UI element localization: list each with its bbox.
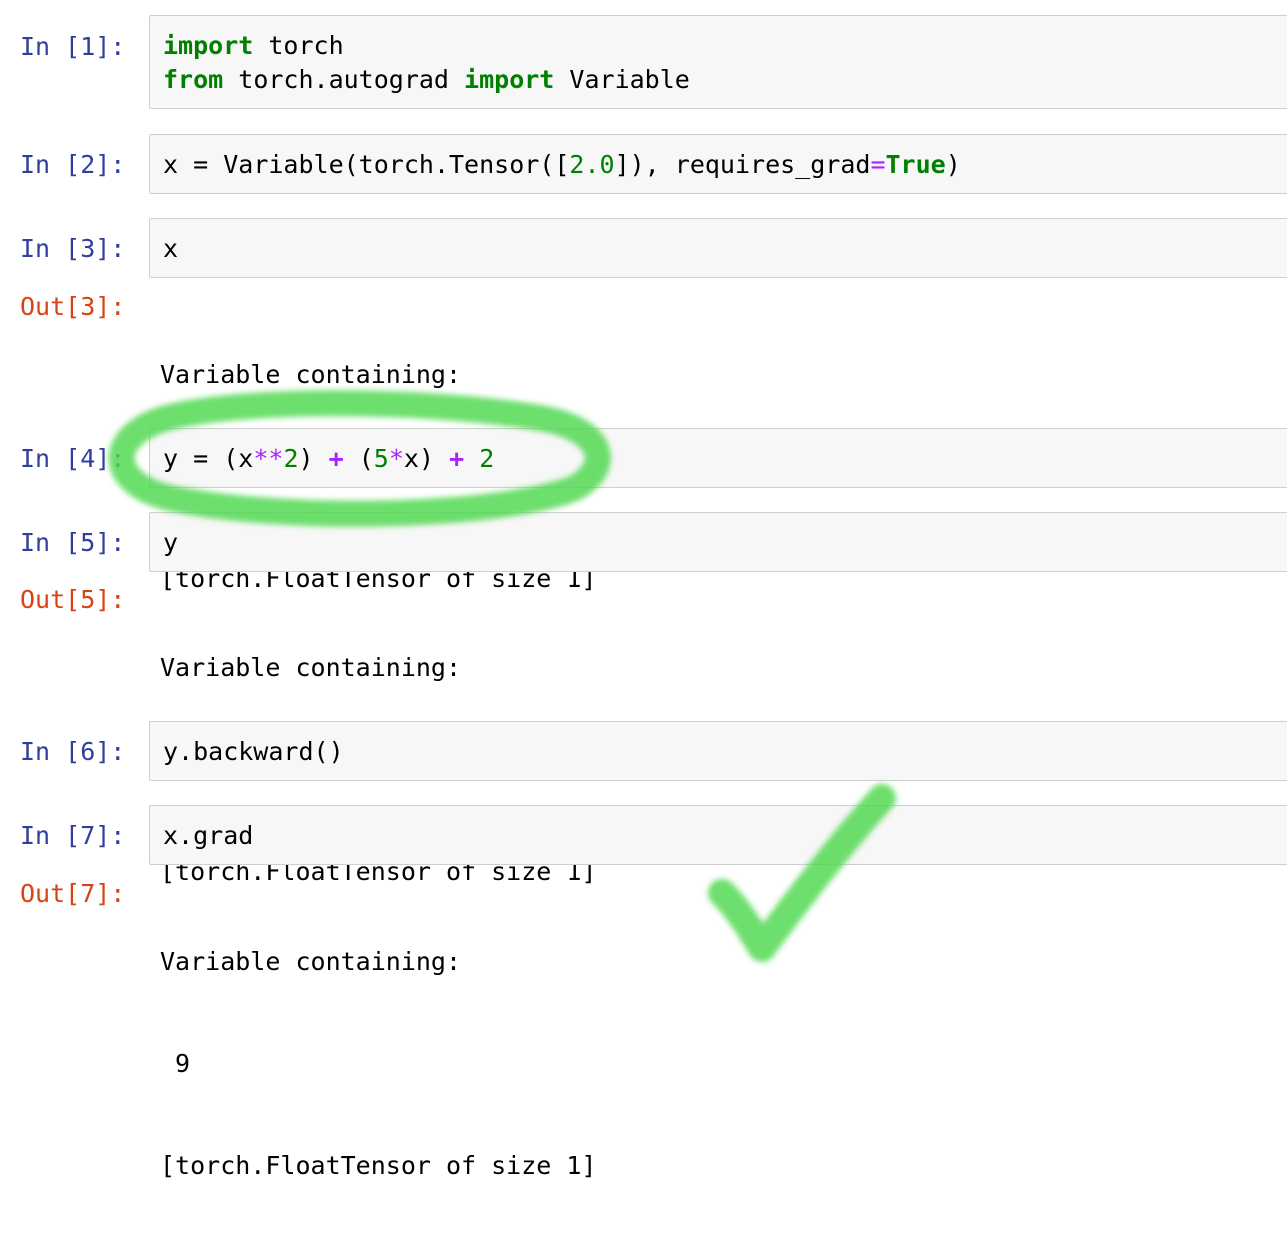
output-line: Variable containing: (160, 947, 462, 976)
code-token: 2.0 (569, 150, 615, 179)
code-line: from torch.autograd import Variable (163, 63, 690, 97)
out-prompt-5: Out[5]: (20, 585, 126, 614)
code-token: ) (945, 150, 961, 179)
code-line: import torch (163, 29, 344, 63)
code-token: * (388, 444, 404, 473)
code-input-1[interactable]: import torch from torch.autograd import … (149, 15, 1287, 109)
output-line: [torch.FloatTensor of size 1] (160, 1151, 597, 1180)
code-token: from (163, 65, 224, 94)
in-prompt-4: In [4]: (20, 444, 126, 473)
code-line: y (163, 526, 178, 560)
in-prompt-5: In [5]: (20, 528, 126, 557)
code-input-7[interactable]: x.grad (149, 805, 1287, 865)
code-token: True (885, 150, 946, 179)
code-token: x (163, 234, 179, 263)
in-prompt-3: In [3]: (20, 234, 126, 263)
code-token: + (328, 444, 344, 473)
code-line: x (163, 232, 178, 266)
code-token: (x (208, 444, 254, 473)
in-prompt-2: In [2]: (20, 150, 126, 179)
code-token: 2 (283, 444, 299, 473)
out-prompt-3: Out[3]: (20, 292, 126, 321)
code-token: x) (403, 444, 450, 473)
code-token: = (870, 150, 886, 179)
code-input-4[interactable]: y = (x**2) + (5*x) + 2 (149, 428, 1287, 488)
output-value: 9 (160, 1049, 191, 1078)
code-line: x.grad (163, 819, 253, 853)
code-token: y (163, 528, 179, 557)
code-token: 5 (373, 444, 389, 473)
code-token: torch.autograd (223, 65, 465, 94)
code-token: import (464, 65, 555, 94)
code-line: y = (x**2) + (5*x) + 2 (163, 442, 494, 476)
code-token: y.backward() (163, 737, 344, 766)
in-prompt-6: In [6]: (20, 737, 126, 766)
code-token: import (163, 31, 254, 60)
output-line: Variable containing: (160, 360, 462, 389)
in-prompt-7: In [7]: (20, 821, 126, 850)
code-token: + (449, 444, 465, 473)
code-line: y.backward() (163, 735, 344, 769)
code-token: ) (298, 444, 329, 473)
code-input-6[interactable]: y.backward() (149, 721, 1287, 781)
code-token: torch (253, 31, 344, 60)
in-prompt-1: In [1]: (20, 32, 126, 61)
output-line: Variable containing: (160, 653, 462, 682)
code-input-2[interactable]: x = Variable(torch.Tensor([2.0]), requir… (149, 134, 1287, 194)
code-token: Variable(torch.Tensor([ (208, 150, 570, 179)
code-token: Variable (554, 65, 690, 94)
code-input-3[interactable]: x (149, 218, 1287, 278)
code-token: ** (253, 444, 284, 473)
code-token: ( (343, 444, 374, 473)
code-token: x (163, 150, 194, 179)
code-token: x.grad (163, 821, 254, 850)
code-token: = (193, 150, 209, 179)
out-prompt-7: Out[7]: (20, 879, 126, 908)
code-line: x = Variable(torch.Tensor([2.0]), requir… (163, 148, 961, 182)
code-token: y (163, 444, 194, 473)
code-token: 2 (479, 444, 495, 473)
code-token: = (193, 444, 209, 473)
code-token: ]), requires_grad (614, 150, 871, 179)
code-input-5[interactable]: y (149, 512, 1287, 572)
output-area-7: Variable containing: 9 [torch.FloatTenso… (160, 877, 597, 1251)
